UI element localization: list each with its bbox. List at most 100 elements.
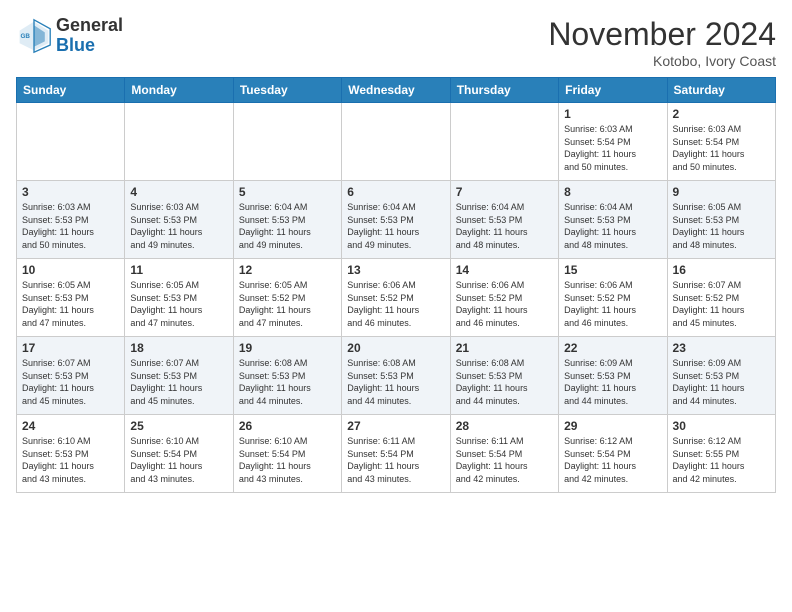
col-header-monday: Monday [125, 78, 233, 103]
day-info: Sunrise: 6:11 AM Sunset: 5:54 PM Dayligh… [456, 435, 553, 485]
day-number: 19 [239, 341, 336, 355]
calendar-day-18: 18 Sunrise: 6:07 AM Sunset: 5:53 PM Dayli… [125, 337, 233, 415]
calendar-day-30: 30 Sunrise: 6:12 AM Sunset: 5:55 PM Dayli… [667, 415, 775, 493]
day-info: Sunrise: 6:05 AM Sunset: 5:53 PM Dayligh… [673, 201, 770, 251]
calendar-week-3: 10 Sunrise: 6:05 AM Sunset: 5:53 PM Dayli… [17, 259, 776, 337]
calendar-day-17: 17 Sunrise: 6:07 AM Sunset: 5:53 PM Dayli… [17, 337, 125, 415]
day-info: Sunrise: 6:09 AM Sunset: 5:53 PM Dayligh… [673, 357, 770, 407]
day-info: Sunrise: 6:11 AM Sunset: 5:54 PM Dayligh… [347, 435, 444, 485]
day-info: Sunrise: 6:04 AM Sunset: 5:53 PM Dayligh… [564, 201, 661, 251]
col-header-friday: Friday [559, 78, 667, 103]
location: Kotobo, Ivory Coast [548, 53, 776, 69]
calendar-day-2: 2 Sunrise: 6:03 AM Sunset: 5:54 PM Daylig… [667, 103, 775, 181]
day-info: Sunrise: 6:05 AM Sunset: 5:53 PM Dayligh… [22, 279, 119, 329]
logo-general: General [56, 15, 123, 35]
calendar-day-24: 24 Sunrise: 6:10 AM Sunset: 5:53 PM Dayli… [17, 415, 125, 493]
day-info: Sunrise: 6:03 AM Sunset: 5:53 PM Dayligh… [22, 201, 119, 251]
page-header: GB General Blue November 2024 Kotobo, Iv… [16, 16, 776, 69]
calendar-day-25: 25Sunrise: 6:10 AM Sunset: 5:54 PM Dayli… [125, 415, 233, 493]
calendar-day-29: 29 Sunrise: 6:12 AM Sunset: 5:54 PM Dayli… [559, 415, 667, 493]
day-info: Sunrise: 6:07 AM Sunset: 5:53 PM Dayligh… [22, 357, 119, 407]
day-number: 9 [673, 185, 770, 199]
calendar-day-27: 27 Sunrise: 6:11 AM Sunset: 5:54 PM Dayli… [342, 415, 450, 493]
col-header-saturday: Saturday [667, 78, 775, 103]
day-info: Sunrise: 6:03 AM Sunset: 5:54 PM Dayligh… [564, 123, 661, 173]
day-info: Sunrise: 6:12 AM Sunset: 5:54 PM Dayligh… [564, 435, 661, 485]
empty-cell [17, 103, 125, 181]
calendar-day-20: 20 Sunrise: 6:08 AM Sunset: 5:53 PM Dayli… [342, 337, 450, 415]
calendar-day-3: 3 Sunrise: 6:03 AM Sunset: 5:53 PM Daylig… [17, 181, 125, 259]
calendar-day-12: 12 Sunrise: 6:05 AM Sunset: 5:52 PM Dayli… [233, 259, 341, 337]
day-number: 24 [22, 419, 119, 433]
logo-blue: Blue [56, 35, 95, 55]
day-info: Sunrise: 6:04 AM Sunset: 5:53 PM Dayligh… [456, 201, 553, 251]
calendar-week-2: 3 Sunrise: 6:03 AM Sunset: 5:53 PM Daylig… [17, 181, 776, 259]
empty-cell [450, 103, 558, 181]
day-number: 29 [564, 419, 661, 433]
title-block: November 2024 Kotobo, Ivory Coast [548, 16, 776, 69]
day-number: 18 [130, 341, 227, 355]
day-info: Sunrise: 6:12 AM Sunset: 5:55 PM Dayligh… [673, 435, 770, 485]
calendar-day-1: 1 Sunrise: 6:03 AM Sunset: 5:54 PM Daylig… [559, 103, 667, 181]
day-number: 5 [239, 185, 336, 199]
day-number: 27 [347, 419, 444, 433]
calendar-week-5: 24 Sunrise: 6:10 AM Sunset: 5:53 PM Dayli… [17, 415, 776, 493]
day-number: 23 [673, 341, 770, 355]
day-info: Sunrise: 6:08 AM Sunset: 5:53 PM Dayligh… [239, 357, 336, 407]
day-info: Sunrise: 6:08 AM Sunset: 5:53 PM Dayligh… [347, 357, 444, 407]
day-info: Sunrise: 6:05 AM Sunset: 5:52 PM Dayligh… [239, 279, 336, 329]
day-info: Sunrise: 6:03 AM Sunset: 5:54 PM Dayligh… [673, 123, 770, 173]
logo-text: General Blue [56, 16, 123, 56]
day-info: Sunrise: 6:06 AM Sunset: 5:52 PM Dayligh… [456, 279, 553, 329]
day-info: Sunrise: 6:07 AM Sunset: 5:52 PM Dayligh… [673, 279, 770, 329]
calendar-day-14: 14 Sunrise: 6:06 AM Sunset: 5:52 PM Dayli… [450, 259, 558, 337]
calendar-day-10: 10 Sunrise: 6:05 AM Sunset: 5:53 PM Dayli… [17, 259, 125, 337]
day-number: 11 [130, 263, 227, 277]
day-info: Sunrise: 6:04 AM Sunset: 5:53 PM Dayligh… [239, 201, 336, 251]
day-info: Sunrise: 6:04 AM Sunset: 5:53 PM Dayligh… [347, 201, 444, 251]
day-number: 1 [564, 107, 661, 121]
day-number: 10 [22, 263, 119, 277]
day-info: Sunrise: 6:08 AM Sunset: 5:53 PM Dayligh… [456, 357, 553, 407]
day-info: Sunrise: 6:06 AM Sunset: 5:52 PM Dayligh… [564, 279, 661, 329]
col-header-tuesday: Tuesday [233, 78, 341, 103]
calendar-day-26: 26Sunrise: 6:10 AM Sunset: 5:54 PM Dayli… [233, 415, 341, 493]
day-number: 3 [22, 185, 119, 199]
day-number: 17 [22, 341, 119, 355]
empty-cell [125, 103, 233, 181]
calendar-day-19: 19 Sunrise: 6:08 AM Sunset: 5:53 PM Dayli… [233, 337, 341, 415]
calendar-day-5: 5 Sunrise: 6:04 AM Sunset: 5:53 PM Daylig… [233, 181, 341, 259]
day-number: 16 [673, 263, 770, 277]
calendar-day-11: 11Sunrise: 6:05 AM Sunset: 5:53 PM Dayli… [125, 259, 233, 337]
day-number: 8 [564, 185, 661, 199]
col-header-wednesday: Wednesday [342, 78, 450, 103]
month-title: November 2024 [548, 16, 776, 53]
day-number: 30 [673, 419, 770, 433]
calendar-day-7: 7 Sunrise: 6:04 AM Sunset: 5:53 PM Daylig… [450, 181, 558, 259]
day-info: Sunrise: 6:07 AM Sunset: 5:53 PM Dayligh… [130, 357, 227, 407]
calendar-week-1: 1 Sunrise: 6:03 AM Sunset: 5:54 PM Daylig… [17, 103, 776, 181]
day-info: Sunrise: 6:10 AM Sunset: 5:53 PM Dayligh… [22, 435, 119, 485]
calendar-day-4: 4Sunrise: 6:03 AM Sunset: 5:53 PM Daylig… [125, 181, 233, 259]
day-number: 26 [239, 419, 336, 433]
calendar-day-15: 15Sunrise: 6:06 AM Sunset: 5:52 PM Dayli… [559, 259, 667, 337]
calendar-day-9: 9 Sunrise: 6:05 AM Sunset: 5:53 PM Daylig… [667, 181, 775, 259]
day-number: 22 [564, 341, 661, 355]
logo: GB General Blue [16, 16, 123, 56]
calendar-day-21: 21 Sunrise: 6:08 AM Sunset: 5:53 PM Dayli… [450, 337, 558, 415]
day-number: 14 [456, 263, 553, 277]
calendar-day-22: 22Sunrise: 6:09 AM Sunset: 5:53 PM Dayli… [559, 337, 667, 415]
day-number: 7 [456, 185, 553, 199]
day-number: 12 [239, 263, 336, 277]
day-number: 2 [673, 107, 770, 121]
calendar-day-28: 28Sunrise: 6:11 AM Sunset: 5:54 PM Dayli… [450, 415, 558, 493]
day-number: 4 [130, 185, 227, 199]
day-info: Sunrise: 6:06 AM Sunset: 5:52 PM Dayligh… [347, 279, 444, 329]
day-number: 20 [347, 341, 444, 355]
col-header-thursday: Thursday [450, 78, 558, 103]
day-number: 21 [456, 341, 553, 355]
empty-cell [342, 103, 450, 181]
calendar-week-4: 17 Sunrise: 6:07 AM Sunset: 5:53 PM Dayli… [17, 337, 776, 415]
calendar-day-8: 8 Sunrise: 6:04 AM Sunset: 5:53 PM Daylig… [559, 181, 667, 259]
calendar-day-16: 16 Sunrise: 6:07 AM Sunset: 5:52 PM Dayli… [667, 259, 775, 337]
